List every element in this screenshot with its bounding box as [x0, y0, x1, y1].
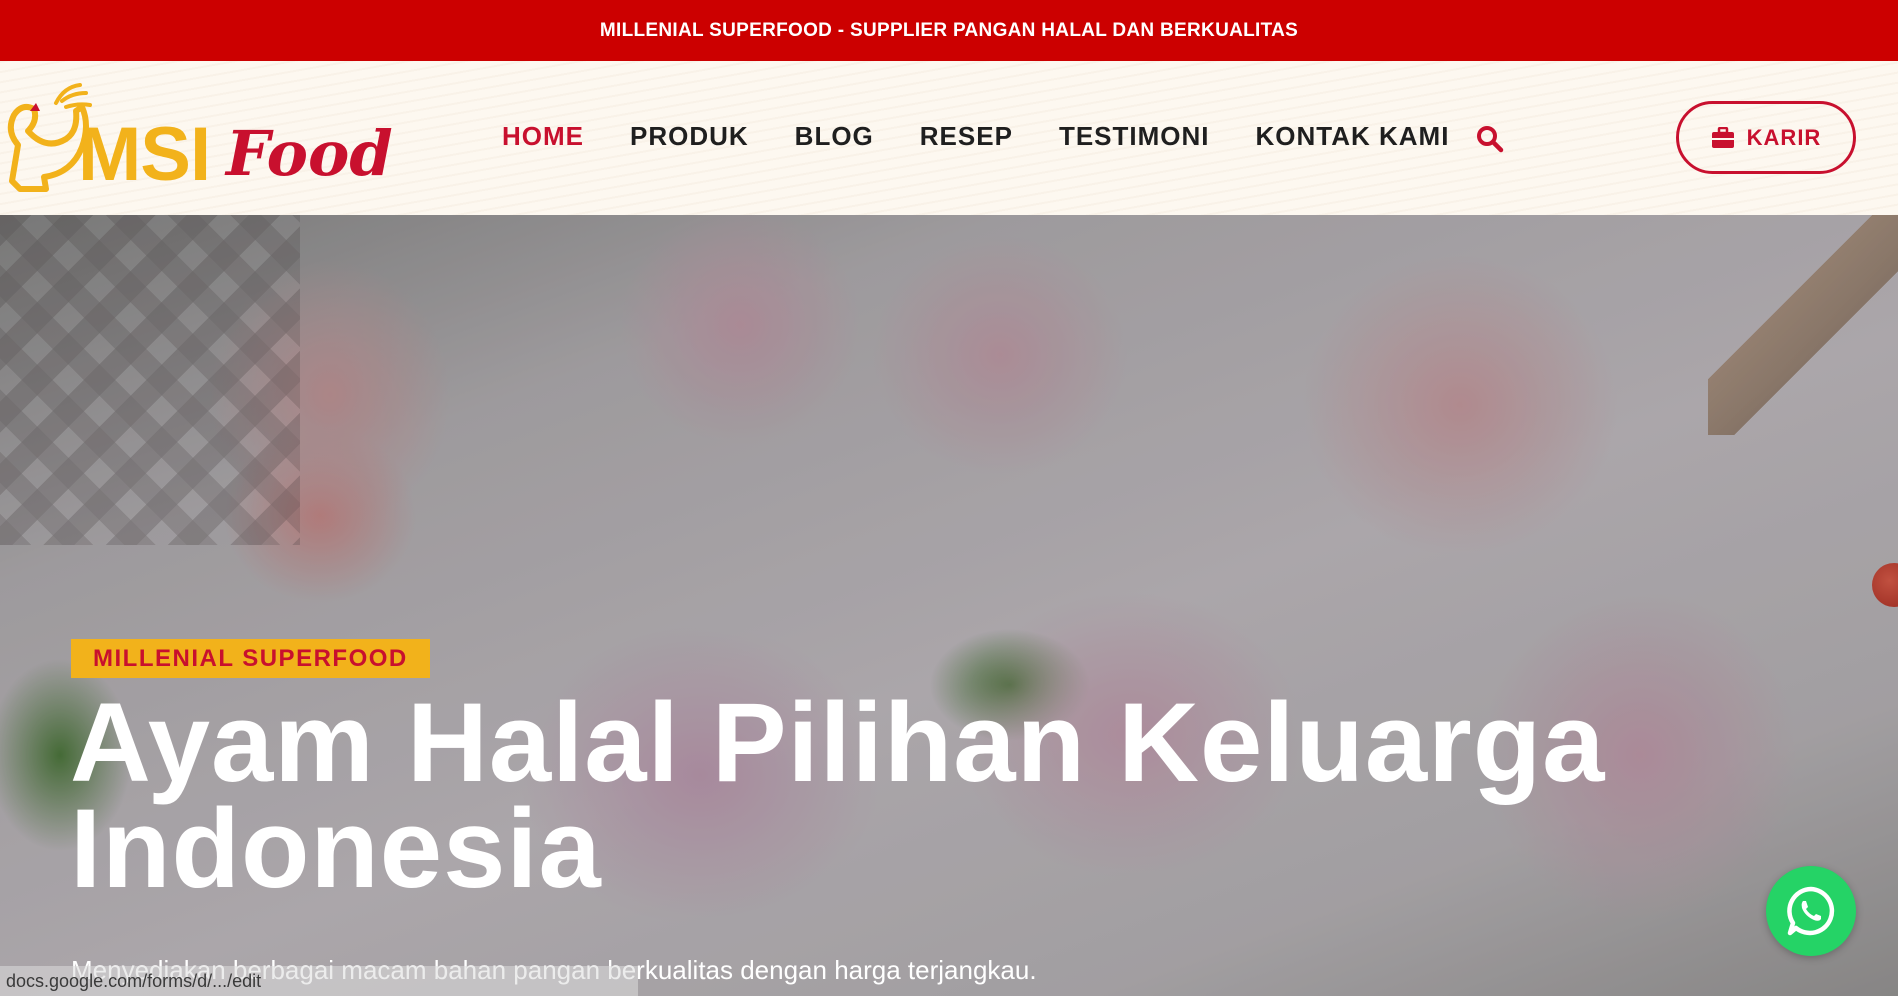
hero-title: Ayam Halal Pilihan Keluarga Indonesia	[70, 680, 1606, 911]
site-header: MSI Food HOME PRODUK BLOG RESEP TESTIMON…	[0, 61, 1898, 215]
hero-section: MILLENIAL SUPERFOOD Ayam Halal Pilihan K…	[0, 215, 1898, 996]
logo-msi-text: MSI	[78, 112, 211, 197]
search-icon[interactable]	[1476, 125, 1504, 153]
hero-badge: MILLENIAL SUPERFOOD	[71, 639, 430, 678]
hero-badge-label: MILLENIAL SUPERFOOD	[93, 644, 408, 672]
nav-home[interactable]: HOME	[502, 121, 584, 152]
nav-resep[interactable]: RESEP	[920, 121, 1013, 152]
karir-label: KARIR	[1746, 124, 1822, 150]
logo[interactable]: MSI Food	[0, 81, 393, 201]
browser-status-url: docs.google.com/forms/d/.../edit	[0, 966, 638, 996]
nav-kontak-kami[interactable]: KONTAK KAMI	[1256, 121, 1450, 152]
nav-blog[interactable]: BLOG	[795, 121, 874, 152]
whatsapp-button[interactable]	[1766, 866, 1856, 956]
nav-testimoni[interactable]: TESTIMONI	[1059, 121, 1210, 152]
main-nav: HOME PRODUK BLOG RESEP TESTIMONI KONTAK …	[502, 121, 1449, 152]
logo-food-text: Food	[226, 117, 393, 190]
karir-button[interactable]: KARIR	[1676, 101, 1856, 174]
nav-produk[interactable]: PRODUK	[630, 121, 749, 152]
whatsapp-icon	[1787, 886, 1835, 936]
announcement-text: MILLENIAL SUPERFOOD - SUPPLIER PANGAN HA…	[599, 19, 1299, 41]
announcement-bar: MILLENIAL SUPERFOOD - SUPPLIER PANGAN HA…	[0, 0, 1898, 61]
briefcase-icon	[1711, 126, 1734, 148]
